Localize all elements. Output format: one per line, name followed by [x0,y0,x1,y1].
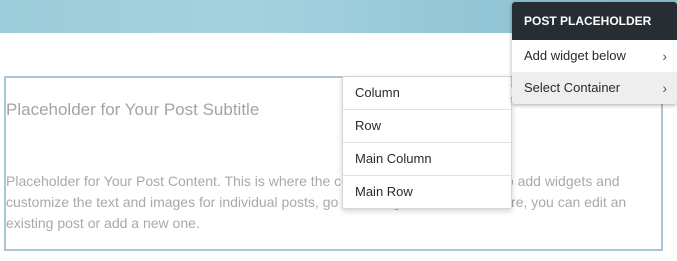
menu-item-add-widget-below[interactable]: Add widget below › [512,40,677,72]
post-subtitle: Placeholder for Your Post Subtitle [6,100,260,119]
submenu-item-column[interactable]: Column [343,77,511,109]
submenu-item-row[interactable]: Row [343,109,511,142]
menu-item-label: Add widget below [524,48,626,63]
chevron-right-icon: › [662,48,667,64]
submenu-item-main-row[interactable]: Main Row [343,175,511,208]
menu-item-label: Select Container [524,80,621,95]
submenu-item-main-column[interactable]: Main Column [343,142,511,175]
chevron-right-icon: › [662,80,667,96]
select-container-submenu: Column Row Main Column Main Row [342,76,512,209]
widget-context-menu: POST PLACEHOLDER Add widget below › Sele… [512,2,677,104]
context-menu-title: POST PLACEHOLDER [512,2,677,40]
post-content: Placeholder for Your Post Content. This … [6,173,627,231]
menu-item-select-container[interactable]: Select Container › [512,72,677,104]
